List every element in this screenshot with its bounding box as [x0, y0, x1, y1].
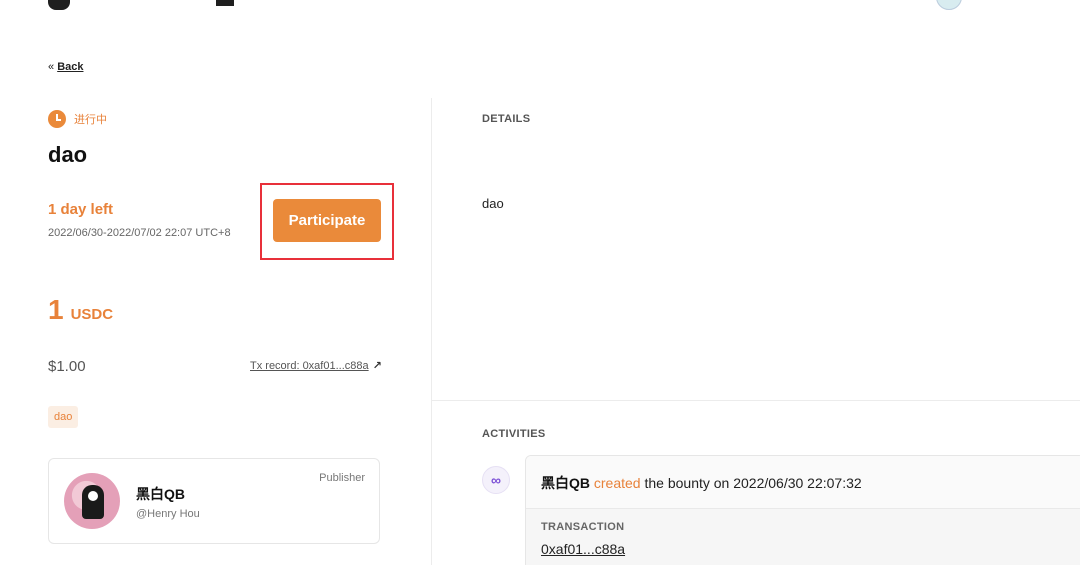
- logo[interactable]: [48, 0, 70, 10]
- reward-amount: 1 USDC: [48, 294, 113, 326]
- section-divider: [432, 400, 1080, 401]
- publisher-name: 黑白QB: [136, 486, 185, 502]
- publisher-handle: @Henry Hou: [136, 508, 200, 520]
- logo-icon: [48, 0, 70, 10]
- activity-actor[interactable]: 黑白QB: [541, 475, 590, 491]
- transaction-hash-link[interactable]: 0xaf01...c88a: [541, 541, 625, 557]
- apps-grid-icon[interactable]: [216, 0, 234, 6]
- reward-amount-number: 1: [48, 294, 64, 325]
- activity-transaction: TRANSACTION 0xaf01...c88a: [526, 508, 1080, 565]
- back-link-container: « Back: [48, 61, 83, 73]
- clock-icon: [48, 110, 66, 128]
- bounty-title: dao: [48, 142, 88, 167]
- publisher-card[interactable]: 黑白QB @Henry Hou Publisher: [48, 458, 380, 544]
- activities-heading: ACTIVITIES: [482, 428, 546, 440]
- publisher-role: Publisher: [319, 472, 365, 484]
- top-navigation: [0, 0, 1080, 10]
- usd-value: $1.00: [48, 358, 86, 375]
- details-body: dao: [482, 196, 504, 211]
- transaction-label: TRANSACTION: [541, 521, 625, 533]
- activity-item: 黑白QB created the bounty on 2022/06/30 22…: [525, 455, 1080, 565]
- date-range: 2022/06/30-2022/07/02 22:07 UTC+8: [48, 227, 231, 239]
- back-prefix: «: [48, 61, 55, 73]
- publisher-avatar: [64, 473, 120, 529]
- column-divider: [431, 98, 432, 565]
- activity-summary: 黑白QB created the bounty on 2022/06/30 22…: [526, 456, 1080, 508]
- details-heading: DETAILS: [482, 113, 531, 125]
- user-avatar: [936, 0, 962, 10]
- tx-record-link[interactable]: Tx record: 0xaf01...c88a: [250, 360, 369, 372]
- bounty-tag[interactable]: dao: [48, 406, 79, 428]
- tx-record: Tx record: 0xaf01...c88a ↗: [250, 359, 382, 373]
- user-menu[interactable]: [936, 0, 962, 10]
- status-text: 进行中: [74, 114, 107, 126]
- status-indicator: 进行中: [48, 110, 107, 128]
- external-link-icon[interactable]: ↗: [373, 359, 382, 372]
- reward-currency: USDC: [70, 306, 114, 323]
- time-left: 1 day left: [48, 201, 114, 218]
- activity-verb: created: [593, 475, 641, 491]
- polygon-icon: ∞: [482, 466, 510, 494]
- participate-button[interactable]: Participate: [273, 199, 381, 242]
- back-link[interactable]: Back: [57, 61, 83, 73]
- activity-text: the bounty on 2022/06/30 22:07:32: [644, 475, 862, 491]
